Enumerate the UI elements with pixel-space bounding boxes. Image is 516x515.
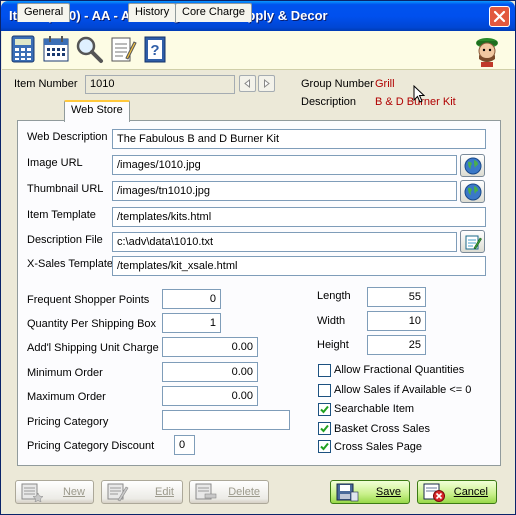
cross-sales-page-label: Cross Sales Page (334, 441, 423, 453)
tab-general[interactable]: General (17, 3, 71, 22)
items-window: Items (5.00) - AA - Advantage Home Suppl… (0, 0, 516, 515)
mouse-cursor-icon (413, 85, 425, 103)
cross-sales-page-checkbox[interactable] (318, 440, 331, 453)
pricing-discount-field[interactable]: 0 (174, 435, 195, 455)
edit-record-icon (107, 483, 129, 502)
pricing-category-field[interactable] (162, 410, 290, 430)
tab-history[interactable]: History (128, 3, 177, 22)
arrow-left-icon (244, 79, 250, 88)
tab-core-charge[interactable]: Core Charge (175, 3, 252, 22)
prev-item-button[interactable] (239, 75, 256, 92)
image-url-label: Image URL (27, 157, 83, 169)
delete-button[interactable]: Delete (189, 480, 269, 504)
calendar-button[interactable] (41, 34, 71, 64)
frequent-shopper-label: Frequent Shopper Points (27, 294, 150, 306)
edit-button[interactable]: Edit (101, 480, 183, 504)
width-label: Width (317, 315, 346, 327)
searchable-item-checkbox[interactable] (318, 403, 331, 416)
item-number-label: Item Number (14, 78, 78, 90)
close-button[interactable] (489, 6, 510, 27)
web-description-label: Web Description (27, 131, 108, 143)
width-field[interactable]: 10 (367, 311, 426, 331)
svg-text:?: ? (150, 42, 159, 59)
new-button-label: New (62, 486, 85, 498)
thumbnail-url-label: Thumbnail URL (27, 183, 104, 195)
notepad-icon (111, 37, 137, 62)
checkmark-icon (320, 424, 329, 433)
delete-button-label: Delete (228, 486, 260, 498)
new-record-icon (21, 483, 44, 502)
min-order-field[interactable]: 0.00 (162, 362, 258, 382)
save-button[interactable]: Save (330, 480, 410, 504)
allow-fractional-checkbox[interactable] (318, 364, 331, 377)
description-label: Description (301, 96, 357, 108)
cancel-icon (423, 483, 445, 502)
min-order-label: Minimum Order (27, 367, 103, 379)
qty-per-box-label: Quantity Per Shipping Box (27, 318, 157, 330)
item-number-field[interactable]: 1010 (85, 75, 235, 94)
checkmark-icon (320, 405, 329, 414)
xsales-template-field[interactable]: /templates/kit_xsale.html (112, 256, 486, 276)
height-field[interactable]: 25 (367, 335, 426, 355)
search-button[interactable] (74, 34, 104, 64)
cancel-button-label: Cancel (453, 486, 488, 498)
length-label: Length (317, 290, 351, 302)
new-button[interactable]: New (15, 480, 94, 504)
description-file-label: Description File (27, 234, 103, 246)
max-order-label: Maximum Order (27, 391, 106, 403)
delete-record-icon (195, 483, 217, 500)
edit-button-label: Edit (155, 486, 174, 498)
image-url-field[interactable]: /images/1010.jpg (112, 155, 457, 175)
pricing-category-label: Pricing Category (27, 416, 109, 428)
title-bar[interactable]: Items (5.00) - AA - Advantage Home Suppl… (1, 1, 515, 31)
web-description-field[interactable]: The Fabulous B and D Burner Kit (112, 129, 486, 149)
height-label: Height (317, 339, 349, 351)
addl-shipping-label: Add'l Shipping Unit Charge (27, 342, 159, 354)
globe-icon (464, 183, 481, 200)
allow-fractional-label: Allow Fractional Quantities (334, 364, 465, 376)
searchable-item-label: Searchable Item (334, 403, 415, 415)
toolbar: ? (2, 31, 515, 70)
calendar-icon (43, 36, 69, 62)
arrow-right-icon (264, 79, 270, 88)
max-order-field[interactable]: 0.00 (162, 386, 258, 406)
globe-icon (464, 157, 481, 174)
description-file-field[interactable]: c:\adv\data\1010.txt (112, 232, 457, 252)
save-disk-icon (336, 483, 359, 502)
allow-sales-label: Allow Sales if Available <= 0 (334, 384, 472, 396)
browse-thumbnail-url-button[interactable] (460, 180, 485, 203)
notes-button[interactable] (107, 34, 137, 64)
calculator-button[interactable] (8, 34, 38, 64)
basket-cross-sales-label: Basket Cross Sales (334, 423, 430, 435)
help-button[interactable]: ? (140, 34, 170, 64)
pricing-discount-label: Pricing Category Discount (27, 440, 155, 452)
addl-shipping-field[interactable]: 0.00 (162, 337, 258, 357)
thumbnail-url-field[interactable]: /images/tn1010.jpg (112, 181, 457, 201)
item-template-field[interactable]: /templates/kits.html (112, 207, 486, 227)
basket-cross-sales-checkbox[interactable] (318, 422, 331, 435)
xsales-template-label: X-Sales Template (27, 258, 114, 270)
save-button-label: Save (375, 486, 401, 498)
browse-image-url-button[interactable] (460, 154, 485, 177)
allow-sales-checkbox[interactable] (318, 384, 331, 397)
edit-description-file-button[interactable] (460, 230, 485, 253)
calculator-icon (11, 35, 35, 63)
group-number-label: Group Number (301, 78, 374, 90)
help-book-icon: ? (144, 36, 166, 63)
close-icon (493, 10, 506, 23)
magnifier-icon (76, 36, 103, 63)
next-item-button[interactable] (258, 75, 275, 92)
tab-web-store[interactable]: Web Store (64, 100, 130, 122)
checkmark-icon (320, 442, 329, 451)
cancel-button[interactable]: Cancel (417, 480, 497, 504)
group-number-value: Grill (375, 78, 395, 90)
item-template-label: Item Template (27, 209, 96, 221)
qty-per-box-field[interactable]: 1 (162, 313, 221, 333)
edit-file-icon (465, 235, 482, 249)
frequent-shopper-field[interactable]: 0 (162, 289, 221, 309)
length-field[interactable]: 55 (367, 287, 426, 307)
mascot-icon (471, 33, 503, 67)
